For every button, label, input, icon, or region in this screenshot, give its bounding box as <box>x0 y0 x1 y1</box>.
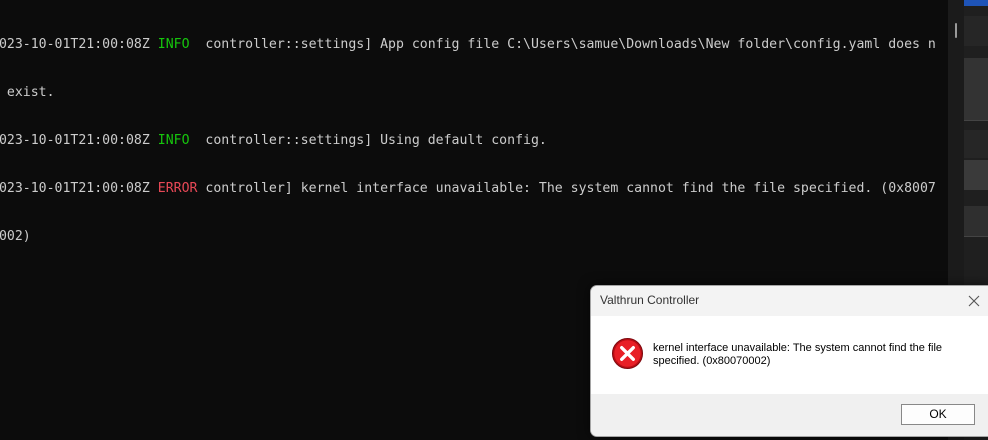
log-level-info: INFO <box>157 133 190 148</box>
log-message: t exist. <box>6 85 55 100</box>
scrollbar-thumb[interactable] <box>955 23 957 38</box>
log-line: 2023-10-01T21:00:08Z INFO controller::se… <box>0 37 947 53</box>
log-module: controller::settings] <box>205 37 373 52</box>
background-window-panel <box>964 16 988 46</box>
log-message: Using default config. <box>380 133 547 148</box>
log-message: App config file C:\Users\samue\Downloads… <box>380 37 936 52</box>
close-button[interactable] <box>963 290 985 312</box>
dialog-title: Valthrun Controller <box>600 293 700 307</box>
error-icon <box>611 337 644 370</box>
log-line-continuation: t exist. <box>0 85 947 101</box>
background-window-accent <box>964 0 988 6</box>
log-output: 2023-10-01T21:00:08Z INFO controller::se… <box>0 5 947 277</box>
log-level-info: INFO <box>157 37 190 52</box>
background-window-divider <box>964 120 988 121</box>
dialog-body: kernel interface unavailable: The system… <box>591 316 988 394</box>
dialog-titlebar[interactable]: Valthrun Controller <box>591 286 988 316</box>
log-module: controller::settings] <box>205 133 373 148</box>
log-module: controller] <box>205 181 293 196</box>
log-message: kernel interface unavailable: The system… <box>300 181 936 196</box>
background-window-panel <box>964 160 988 190</box>
log-line-continuation: 0002) <box>0 229 947 245</box>
dialog-message: kernel interface unavailable: The system… <box>653 342 943 367</box>
log-level-error: ERROR <box>157 181 198 196</box>
log-timestamp: 2023-10-01T21:00:08Z <box>0 181 150 196</box>
log-line: 2023-10-01T21:00:08Z INFO controller::se… <box>0 133 947 149</box>
background-window-divider <box>964 236 988 237</box>
log-timestamp: 2023-10-01T21:00:08Z <box>0 133 150 148</box>
background-window-panel <box>964 130 988 158</box>
error-dialog: Valthrun Controller kernel interface una… <box>590 285 988 437</box>
close-icon <box>968 295 980 307</box>
dialog-footer: OK <box>591 394 988 436</box>
log-message: 0002) <box>0 229 31 244</box>
background-window-panel <box>964 206 988 236</box>
log-line: 2023-10-01T21:00:08Z ERROR controller] k… <box>0 181 947 197</box>
background-window-panel <box>964 58 988 120</box>
ok-button[interactable]: OK <box>901 404 975 425</box>
log-timestamp: 2023-10-01T21:00:08Z <box>0 37 150 52</box>
